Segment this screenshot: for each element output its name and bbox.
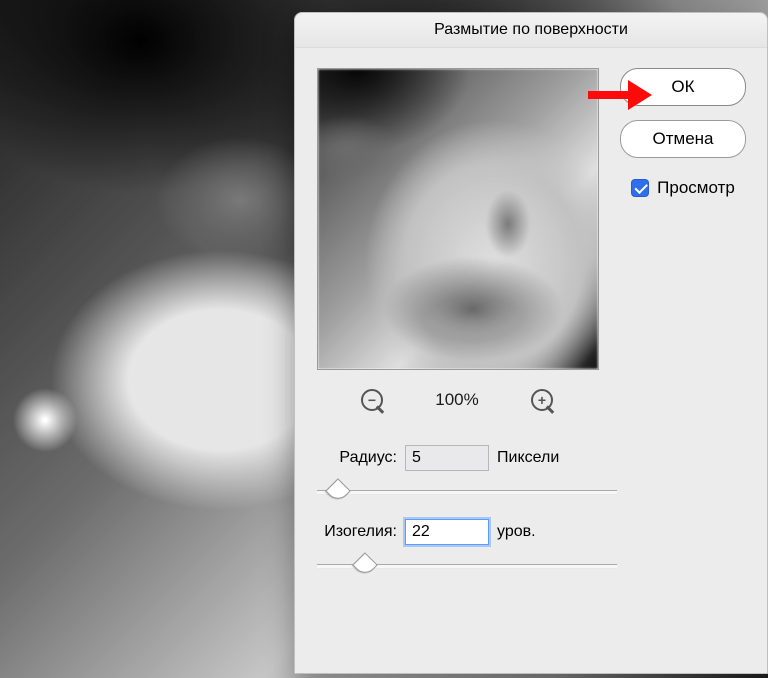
- threshold-input[interactable]: [405, 519, 489, 545]
- radius-slider-thumb[interactable]: [325, 478, 350, 503]
- radius-slider[interactable]: [317, 479, 617, 505]
- zoom-level-label: 100%: [427, 390, 487, 410]
- threshold-slider-thumb[interactable]: [352, 552, 377, 577]
- preview-image: [318, 69, 598, 369]
- ok-button[interactable]: ОК: [620, 68, 746, 106]
- surface-blur-dialog: Размытие по поверхности − 100% + ОК Отме…: [294, 12, 768, 674]
- radius-label: Радиус:: [317, 449, 397, 467]
- zoom-out-button[interactable]: −: [359, 387, 385, 413]
- cancel-button[interactable]: Отмена: [620, 120, 746, 158]
- radius-unit: Пиксели: [497, 449, 559, 467]
- zoom-in-button[interactable]: +: [529, 387, 555, 413]
- dialog-title: Размытие по поверхности: [295, 13, 767, 48]
- threshold-slider[interactable]: [317, 553, 617, 579]
- threshold-label: Изогелия:: [317, 523, 397, 541]
- filter-preview[interactable]: [317, 68, 599, 370]
- preview-checkbox-label: Просмотр: [657, 178, 735, 198]
- radius-input[interactable]: [405, 445, 489, 471]
- threshold-unit: уров.: [497, 523, 536, 541]
- preview-checkbox[interactable]: [631, 179, 649, 197]
- zoom-controls: − 100% +: [317, 378, 597, 422]
